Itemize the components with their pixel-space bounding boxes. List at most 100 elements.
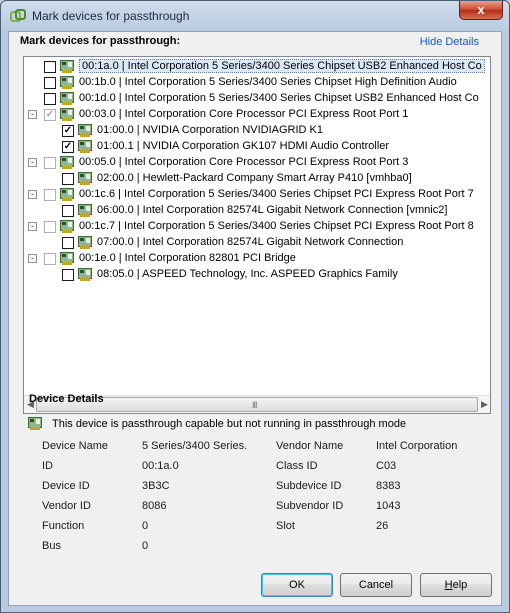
- pci-card-icon: [78, 268, 92, 281]
- tree-row[interactable]: ✓ 01:00.1 | NVIDIA Corporation GK107 HDMI…: [24, 139, 490, 155]
- detail-value: Intel Corporation: [376, 440, 458, 452]
- vsphere-logo-icon: [10, 9, 26, 22]
- passthrough-checkbox[interactable]: ✓: [62, 125, 74, 137]
- pci-card-icon: [78, 172, 92, 185]
- collapse-toggle-icon[interactable]: -: [28, 190, 37, 199]
- device-tree-viewport: 00:1a.0 | Intel Corporation 5 Series/340…: [24, 57, 490, 395]
- passthrough-checkbox[interactable]: [62, 237, 74, 249]
- tree-row-label: 00:1c.7 | Intel Corporation 5 Series/340…: [79, 220, 474, 232]
- tree-row-label: 00:03.0 | Intel Corporation Core Process…: [79, 108, 409, 120]
- detail-value: 0: [142, 540, 149, 552]
- detail-key: Vendor ID: [42, 500, 91, 512]
- cancel-button[interactable]: Cancel: [340, 573, 412, 597]
- detail-value: 8086: [142, 500, 167, 512]
- passthrough-checkbox[interactable]: [44, 77, 56, 89]
- passthrough-checkbox[interactable]: [44, 93, 56, 105]
- pci-card-icon: [60, 92, 74, 105]
- tree-row-label: 06:00.0 | Intel Corporation 82574L Gigab…: [97, 204, 448, 216]
- tree-row[interactable]: 02:00.0 | Hewlett-Packard Company Smart …: [24, 171, 490, 187]
- detail-key: Subdevice ID: [276, 480, 342, 492]
- tree-row[interactable]: - 00:1e.0 | Intel Corporation 82801 PCI B…: [24, 251, 490, 267]
- passthrough-checkbox: [44, 253, 56, 265]
- tree-row[interactable]: 07:00.0 | Intel Corporation 82574L Gigab…: [24, 235, 490, 251]
- detail-value: 8383: [376, 480, 401, 492]
- passthrough-checkbox[interactable]: ✓: [62, 141, 74, 153]
- pci-card-icon: [60, 60, 74, 73]
- passthrough-checkbox[interactable]: [62, 269, 74, 281]
- section-header: Mark devices for passthrough:: [20, 35, 181, 47]
- tree-row[interactable]: 08:05.0 | ASPEED Technology, Inc. ASPEED…: [24, 267, 490, 283]
- tree-row[interactable]: 00:1a.0 | Intel Corporation 5 Series/340…: [24, 59, 490, 75]
- detail-value: 00:1a.0: [142, 460, 179, 472]
- pci-card-icon: [78, 140, 92, 153]
- scroll-grip: III: [252, 400, 257, 410]
- tree-row[interactable]: ✓ 01:00.0 | NVIDIA Corporation NVIDIAGRID…: [24, 123, 490, 139]
- ok-button[interactable]: OK: [261, 573, 333, 597]
- passthrough-checkbox: ✓: [44, 109, 56, 121]
- scroll-right-icon[interactable]: ▶: [481, 399, 488, 410]
- detail-key: Subvendor ID: [276, 500, 344, 512]
- pci-card-icon: [78, 236, 92, 249]
- tree-row-label: 07:00.0 | Intel Corporation 82574L Gigab…: [97, 236, 404, 248]
- passthrough-status: This device is passthrough capable but n…: [52, 418, 407, 430]
- pci-card-icon: [60, 108, 74, 121]
- passthrough-checkbox[interactable]: [44, 61, 56, 73]
- detail-value: 1043: [376, 500, 401, 512]
- tree-row-label: 01:00.0 | NVIDIA Corporation NVIDIAGRID …: [97, 124, 324, 136]
- detail-key: Vendor Name: [276, 440, 344, 452]
- tree-row-label: 00:1d.0 | Intel Corporation 5 Series/340…: [79, 92, 479, 104]
- collapse-toggle-icon[interactable]: -: [28, 110, 37, 119]
- tree-row-label: 00:05.0 | Intel Corporation Core Process…: [79, 156, 409, 168]
- passthrough-checkbox: [44, 157, 56, 169]
- passthrough-checkbox: [44, 221, 56, 233]
- detail-value: 5 Series/3400 Series.: [142, 440, 248, 452]
- hide-details-link[interactable]: Hide Details: [420, 36, 479, 48]
- collapse-toggle-icon[interactable]: -: [28, 158, 37, 167]
- tree-row-label: 00:1e.0 | Intel Corporation 82801 PCI Br…: [79, 252, 296, 264]
- tree-row-label: 00:1a.0 | Intel Corporation 5 Series/340…: [79, 59, 485, 73]
- pci-card-icon: [60, 252, 74, 265]
- pci-card-icon: [78, 124, 92, 137]
- pci-card-icon: [60, 220, 74, 233]
- tree-row[interactable]: 00:1b.0 | Intel Corporation 5 Series/340…: [24, 75, 490, 91]
- pci-card-icon: [60, 76, 74, 89]
- help-button[interactable]: Help: [420, 573, 492, 597]
- detail-value: 26: [376, 520, 389, 532]
- collapse-toggle-icon[interactable]: -: [28, 222, 37, 231]
- tree-row[interactable]: - ✓ 00:03.0 | Intel Corporation Core Proce…: [24, 107, 490, 123]
- device-details-panel: This device is passthrough capable but n…: [23, 412, 491, 557]
- pci-card-icon: [78, 204, 92, 217]
- tree-row-label: 08:05.0 | ASPEED Technology, Inc. ASPEED…: [97, 268, 398, 280]
- window-title: Mark devices for passthrough: [32, 9, 190, 23]
- detail-key: Slot: [276, 520, 295, 532]
- detail-value: C03: [376, 460, 397, 472]
- detail-key: ID: [42, 460, 53, 472]
- detail-key: Bus: [42, 540, 61, 552]
- tree-row[interactable]: - 00:1c.7 | Intel Corporation 5 Series/34…: [24, 219, 490, 235]
- dialog-body: Mark devices for passthrough: Hide Detai…: [8, 31, 502, 606]
- tree-row[interactable]: - 00:05.0 | Intel Corporation Core Proces…: [24, 155, 490, 171]
- collapse-toggle-icon[interactable]: -: [28, 254, 37, 263]
- close-button[interactable]: x: [459, 1, 503, 20]
- tree-row[interactable]: - 00:1c.6 | Intel Corporation 5 Series/34…: [24, 187, 490, 203]
- passthrough-checkbox[interactable]: [62, 205, 74, 217]
- title-bar[interactable]: Mark devices for passthrough x: [1, 1, 509, 31]
- pci-card-icon: [60, 188, 74, 201]
- detail-key: Class ID: [276, 460, 318, 472]
- dialog-window: Mark devices for passthrough x Mark devi…: [0, 0, 510, 613]
- pci-card-icon: [60, 156, 74, 169]
- detail-value: 3B3C: [142, 480, 170, 492]
- tree-row-label: 00:1b.0 | Intel Corporation 5 Series/340…: [79, 76, 457, 88]
- detail-key: Device Name: [42, 440, 109, 452]
- tree-row-label: 00:1c.6 | Intel Corporation 5 Series/340…: [79, 188, 474, 200]
- passthrough-checkbox[interactable]: [62, 173, 74, 185]
- detail-key: Function: [42, 520, 85, 532]
- tree-row[interactable]: 00:1d.0 | Intel Corporation 5 Series/340…: [24, 91, 490, 107]
- tree-row-label: 02:00.0 | Hewlett-Packard Company Smart …: [97, 172, 412, 184]
- tree-row[interactable]: 06:00.0 | Intel Corporation 82574L Gigab…: [24, 203, 490, 219]
- device-details-title: Device Details: [29, 393, 104, 405]
- passthrough-checkbox: [44, 189, 56, 201]
- tree-row-label: 01:00.1 | NVIDIA Corporation GK107 HDMI …: [97, 140, 390, 152]
- device-tree[interactable]: 00:1a.0 | Intel Corporation 5 Series/340…: [23, 56, 491, 414]
- pci-card-icon: [28, 417, 42, 430]
